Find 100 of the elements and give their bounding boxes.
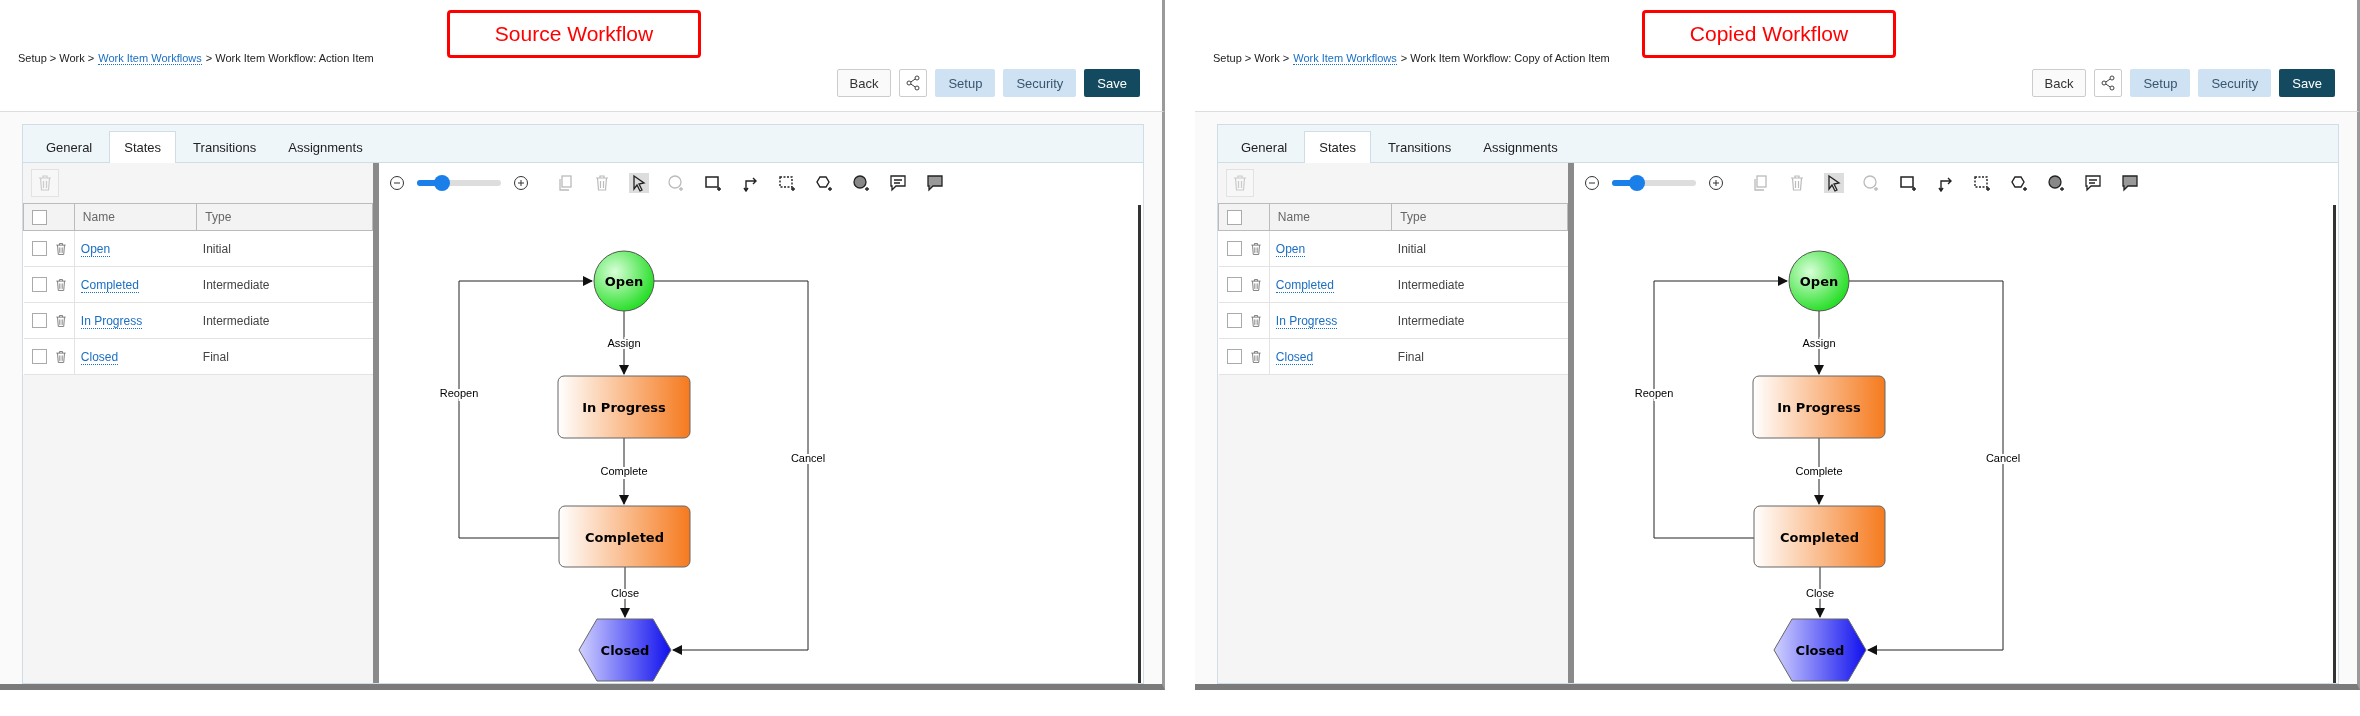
transition-label: Complete: [600, 465, 648, 477]
state-node[interactable]: Open: [593, 250, 655, 312]
add-rect-tool[interactable]: [1898, 173, 1918, 193]
row-checkbox[interactable]: [31, 277, 47, 292]
transition-label: Complete: [1795, 465, 1843, 477]
row-checkbox[interactable]: [31, 313, 47, 328]
share-button[interactable]: [2094, 69, 2123, 97]
tab[interactable]: General: [31, 131, 108, 163]
add-hexagon-tool[interactable]: [814, 173, 834, 193]
state-link[interactable]: Closed: [80, 349, 119, 365]
state-link[interactable]: Closed: [1275, 349, 1314, 365]
add-hexagon-tool[interactable]: [2009, 173, 2029, 193]
trash-icon[interactable]: [1248, 348, 1263, 365]
column-header[interactable]: Type: [196, 203, 373, 231]
tab[interactable]: States: [1304, 131, 1372, 163]
zoom-out-icon[interactable]: [1584, 175, 1600, 191]
comment-tool[interactable]: [2083, 173, 2103, 193]
pointer-tool[interactable]: [1824, 173, 1844, 193]
table-cell: Intermediate: [1397, 277, 1465, 292]
trash-icon[interactable]: [53, 240, 68, 257]
row-checkbox[interactable]: [31, 349, 47, 364]
action-button[interactable]: Security: [2198, 69, 2272, 97]
breadcrumb-link[interactable]: Work Item Workflows: [1293, 52, 1397, 65]
transition-label: Reopen: [439, 387, 479, 399]
select-all-checkbox[interactable]: [1227, 209, 1242, 225]
transition-label: Close: [610, 587, 640, 599]
action-button[interactable]: Setup: [2130, 69, 2191, 97]
trash-icon[interactable]: [1248, 276, 1263, 293]
state-link[interactable]: Completed: [80, 277, 139, 293]
state-node[interactable]: Open: [1788, 250, 1850, 312]
table-cell: Initial: [202, 241, 231, 256]
state-link[interactable]: Completed: [1275, 277, 1334, 293]
tab[interactable]: States: [109, 131, 177, 163]
transition-label: Cancel: [790, 452, 826, 464]
state-node[interactable]: In Progress: [1752, 375, 1886, 439]
add-dashed-rect-tool[interactable]: [777, 173, 797, 193]
action-button[interactable]: Back: [836, 69, 892, 97]
table-cell: Final: [202, 349, 229, 364]
state-node[interactable]: Closed: [1773, 618, 1867, 682]
breadcrumb-link[interactable]: Work Item Workflows: [98, 52, 202, 65]
tab[interactable]: Assignments: [1468, 131, 1573, 163]
table-cell: Final: [1397, 349, 1424, 364]
action-button[interactable]: Setup: [935, 69, 996, 97]
save-button[interactable]: Save: [1084, 69, 1140, 97]
breadcrumb-text: Setup > Work >: [18, 52, 95, 65]
state-link[interactable]: In Progress: [1275, 313, 1338, 329]
tab[interactable]: Transitions: [1373, 131, 1467, 163]
zoom-out-icon[interactable]: [389, 175, 405, 191]
zoom-in-icon[interactable]: [513, 175, 529, 191]
table-cell: Intermediate: [202, 313, 270, 328]
save-button[interactable]: Save: [2279, 69, 2335, 97]
row-checkbox[interactable]: [1226, 349, 1242, 364]
column-header[interactable]: Type: [1391, 203, 1568, 231]
select-all-checkbox[interactable]: [32, 209, 47, 225]
state-link[interactable]: In Progress: [80, 313, 143, 329]
state-node[interactable]: Completed: [558, 505, 691, 568]
breadcrumb-text: Setup > Work >: [1213, 52, 1290, 65]
transition-label: Cancel: [1985, 452, 2021, 464]
state-link[interactable]: Open: [1275, 241, 1306, 257]
tab[interactable]: Transitions: [178, 131, 272, 163]
trash-icon[interactable]: [1248, 240, 1263, 257]
share-icon: [2100, 75, 2117, 91]
transition-label: Assign: [607, 337, 641, 349]
comment-tool[interactable]: [888, 173, 908, 193]
add-filled-circle-tool[interactable]: [2046, 173, 2066, 193]
state-link[interactable]: Open: [80, 241, 111, 257]
pointer-tool[interactable]: [629, 173, 649, 193]
add-rect-tool[interactable]: [703, 173, 723, 193]
add-filled-circle-tool[interactable]: [851, 173, 871, 193]
breadcrumb-text: > Work Item Workflow: Action Item: [205, 52, 374, 65]
trash-icon[interactable]: [53, 312, 68, 329]
add-dashed-rect-tool[interactable]: [1972, 173, 1992, 193]
row-checkbox[interactable]: [1226, 277, 1242, 292]
share-button[interactable]: [899, 69, 928, 97]
zoom-in-icon[interactable]: [1708, 175, 1724, 191]
tab[interactable]: Assignments: [273, 131, 378, 163]
filled-comment-tool[interactable]: [2120, 173, 2140, 193]
state-node[interactable]: Closed: [578, 618, 672, 682]
callout-label: Source Workflow: [447, 10, 701, 58]
transition-label: Reopen: [1634, 387, 1674, 399]
column-header[interactable]: Name: [1269, 203, 1392, 231]
trash-icon[interactable]: [53, 348, 68, 365]
tab[interactable]: General: [1226, 131, 1303, 163]
action-button[interactable]: Back: [2031, 69, 2087, 97]
row-checkbox[interactable]: [1226, 313, 1242, 328]
filled-comment-tool[interactable]: [925, 173, 945, 193]
callout-label: Copied Workflow: [1642, 10, 1896, 58]
trash-icon[interactable]: [53, 276, 68, 293]
trash-icon: [1231, 174, 1249, 192]
transition-label: Close: [1805, 587, 1835, 599]
column-header[interactable]: Name: [74, 203, 197, 231]
state-node[interactable]: Completed: [1753, 505, 1886, 568]
trash-icon[interactable]: [1248, 312, 1263, 329]
transition-label: Assign: [1802, 337, 1836, 349]
table-cell: Intermediate: [1397, 313, 1465, 328]
row-checkbox[interactable]: [1226, 241, 1242, 256]
action-button[interactable]: Security: [1003, 69, 1077, 97]
share-icon: [905, 75, 922, 91]
row-checkbox[interactable]: [31, 241, 47, 256]
state-node[interactable]: In Progress: [557, 375, 691, 439]
